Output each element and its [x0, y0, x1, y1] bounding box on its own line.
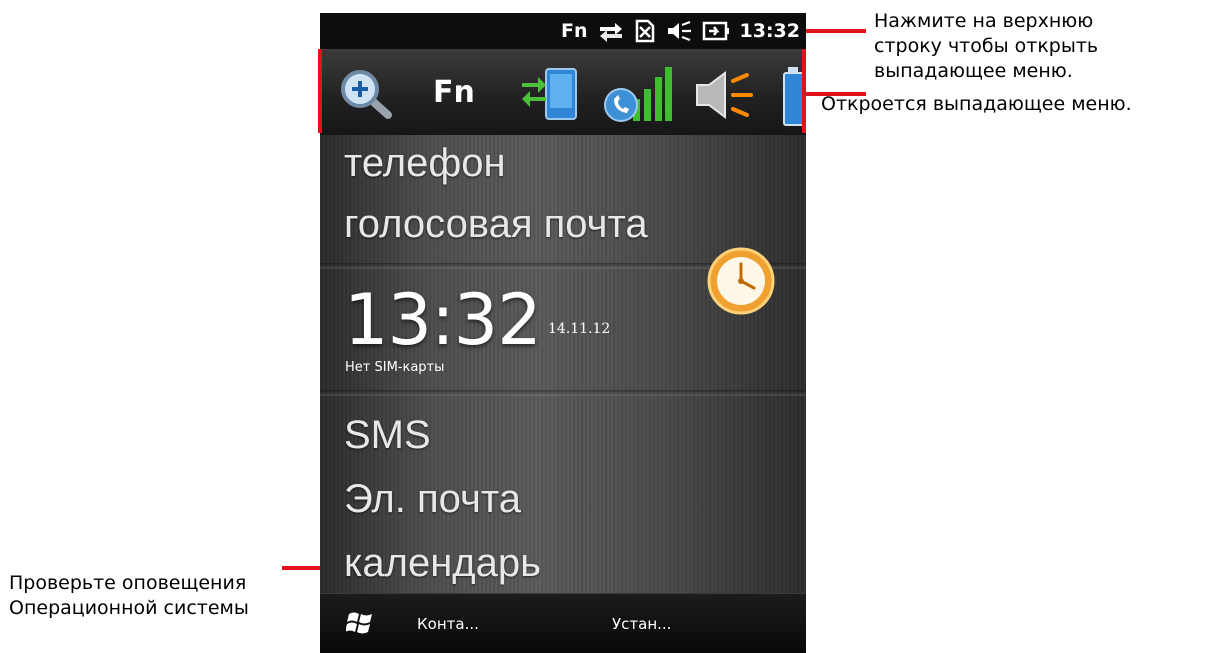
windows-logo-icon[interactable] — [345, 609, 376, 641]
clock-icon — [706, 246, 776, 320]
callout-line-bottom — [282, 566, 320, 570]
divider — [320, 390, 806, 396]
status-clock: 13:32 — [739, 20, 800, 42]
sim-card-icon — [634, 19, 656, 43]
menu-item-sms[interactable]: SMS — [344, 413, 431, 458]
home-clock-time[interactable]: 13:32 — [344, 279, 542, 361]
battery-charging-icon — [702, 20, 730, 42]
annotation-check-notifications: Проверьте оповещения Операционной систем… — [9, 572, 249, 619]
status-bar[interactable]: Fn 13:32 — [320, 13, 806, 49]
soft-key-contacts[interactable]: Конта... — [417, 615, 479, 633]
status-fn-indicator: Fn — [561, 20, 588, 42]
home-date: 14.11.12 — [548, 321, 611, 337]
soft-key-settings[interactable]: Устан... — [612, 615, 671, 633]
menu-item-email[interactable]: Эл. почта — [344, 477, 521, 522]
annotation-tap-status-bar: Нажмите на верхнюю строку чтобы открыть … — [874, 10, 1099, 82]
callout-line-top — [806, 29, 866, 33]
toolbar-highlight-frame — [318, 49, 806, 133]
menu-item-calendar[interactable]: календарь — [344, 541, 541, 586]
sim-status-text: Нет SIM-карты — [345, 360, 445, 375]
speaker-muted-icon — [666, 20, 692, 42]
soft-key-bar: Конта... Устан... — [320, 593, 806, 653]
menu-item-voicemail[interactable]: голосовая почта — [344, 202, 648, 247]
annotation-dropdown-opens: Откроется выпадающее меню. — [821, 93, 1132, 115]
menu-item-phone[interactable]: телефон — [344, 141, 506, 186]
data-transfer-icon — [598, 20, 624, 42]
